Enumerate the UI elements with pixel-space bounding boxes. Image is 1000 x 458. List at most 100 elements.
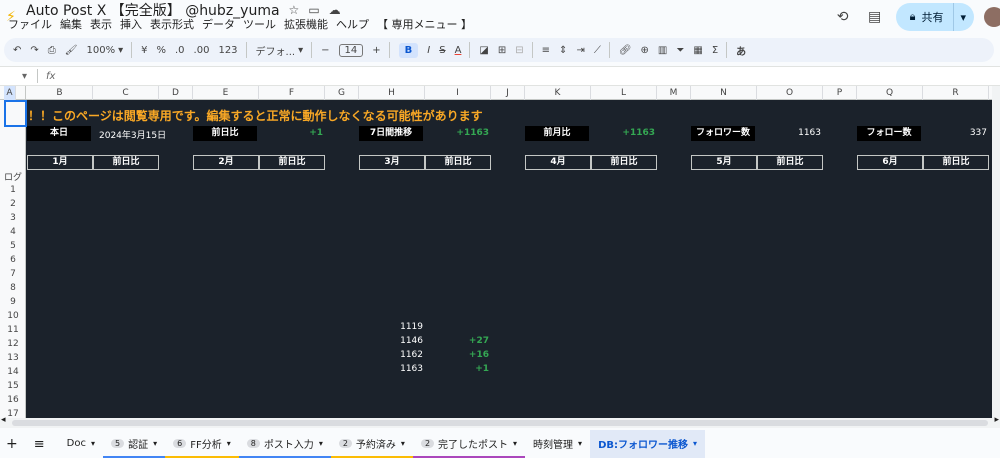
row-header-cell[interactable]: 11 [0, 325, 26, 335]
column-header-cell[interactable]: D [159, 86, 193, 100]
strikethrough-button[interactable]: S [439, 45, 445, 56]
chevron-down-icon[interactable]: ▾ [693, 439, 697, 448]
chevron-down-icon[interactable]: ▾ [118, 45, 123, 56]
undo-icon[interactable]: ↶ [13, 45, 21, 56]
row-header-cell[interactable]: 16 [0, 395, 26, 405]
column-header-cell[interactable]: K [525, 86, 591, 100]
column-header-cell[interactable]: Q [857, 86, 923, 100]
redo-icon[interactable]: ↷ [30, 45, 38, 56]
column-header-cell[interactable]: I [425, 86, 491, 100]
menu-item[interactable]: 編集 [60, 16, 82, 32]
comment-icon[interactable]: ▤ [864, 6, 886, 28]
sheet-tab[interactable]: 2 完了したポスト ▾ [412, 430, 526, 458]
all-sheets-icon[interactable]: ≡ [34, 437, 45, 452]
chevron-down-icon[interactable]: ▾ [22, 71, 27, 82]
font-size-decrease-icon[interactable]: − [321, 45, 329, 56]
chevron-down-icon[interactable]: ▾ [91, 439, 95, 448]
history-icon[interactable]: ⟲ [832, 6, 854, 28]
row-header-cell[interactable]: 5 [0, 241, 26, 251]
menu-item[interactable]: 拡張機能 [284, 16, 328, 32]
comment-add-icon[interactable]: ⊕ [641, 45, 649, 56]
menu-item[interactable]: ヘルプ [336, 16, 369, 32]
paint-format-icon[interactable]: 🖌︎ [65, 45, 78, 56]
sheet-tab[interactable]: 2 予約済み ▾ [330, 430, 413, 458]
scroll-right-icon[interactable]: ▸ [994, 415, 999, 425]
percent-button[interactable]: % [156, 45, 166, 56]
column-header-cell[interactable]: L [591, 86, 657, 100]
menu-item[interactable]: 挿入 [120, 16, 142, 32]
avatar[interactable] [984, 7, 1000, 27]
vertical-scrollbar[interactable] [992, 86, 1000, 418]
column-header-cell[interactable]: B [27, 86, 93, 100]
folder-icon[interactable]: ▭ [308, 3, 319, 17]
more-formats-button[interactable]: 123 [218, 45, 237, 56]
chart-icon[interactable]: ▥ [658, 45, 667, 56]
menu-item[interactable]: データ [202, 16, 235, 32]
sheet-tab[interactable]: 時刻管理 ▾ [525, 430, 590, 458]
currency-button[interactable]: ¥ [141, 45, 147, 56]
chevron-down-icon[interactable]: ▾ [960, 11, 966, 24]
sheet-tab[interactable]: DB:フォロワー推移 ▾ [590, 430, 705, 458]
chevron-down-icon[interactable]: ▾ [298, 45, 303, 56]
font-select[interactable]: デフォ... [256, 43, 296, 58]
text-color-button[interactable]: A [455, 45, 462, 56]
star-icon[interactable]: ☆ [289, 3, 300, 17]
decrease-decimal-button[interactable]: .0 [175, 45, 185, 56]
sheet-tab[interactable]: Doc ▾ [59, 430, 103, 458]
column-header-cell[interactable]: O [757, 86, 823, 100]
chevron-down-icon[interactable]: ▾ [153, 439, 157, 448]
filter-icon[interactable]: ⏷ [676, 45, 684, 56]
chevron-down-icon[interactable]: ▾ [513, 439, 517, 448]
row-header-cell[interactable]: 10 [0, 311, 26, 321]
row-header-cell[interactable]: 15 [0, 381, 26, 391]
italic-button[interactable]: I [427, 45, 430, 56]
row-header-cell[interactable]: 8 [0, 283, 26, 293]
column-header-cell[interactable]: H [359, 86, 425, 100]
borders-icon[interactable]: ⊞ [498, 45, 506, 56]
increase-decimal-button[interactable]: .00 [194, 45, 210, 56]
input-tools-button[interactable]: あ [736, 43, 746, 58]
column-header-cell[interactable]: E [193, 86, 259, 100]
row-header-cell[interactable]: 13 [0, 353, 26, 363]
column-header-cell[interactable]: F [259, 86, 325, 100]
bold-button[interactable]: B [398, 42, 419, 58]
chevron-down-icon[interactable]: ▾ [319, 439, 323, 448]
merge-cells-icon[interactable]: ⊟ [515, 45, 523, 56]
row-header-cell[interactable]: 2 [0, 199, 26, 209]
column-header-cell[interactable]: J [491, 86, 525, 100]
column-header-cell[interactable]: A [4, 86, 16, 100]
sheet-tab[interactable]: 6 FF分析 ▾ [165, 430, 239, 458]
font-size-input[interactable]: 14 [338, 43, 364, 57]
menu-item[interactable]: 表示 [90, 16, 112, 32]
row-header-cell[interactable]: 6 [0, 255, 26, 265]
align-vertical-icon[interactable]: ⇕ [559, 45, 567, 56]
fill-color-icon[interactable]: ◪ [479, 45, 488, 56]
menu-item[interactable]: ファイル [8, 16, 52, 32]
column-header-cell[interactable]: C [93, 86, 159, 100]
sheet-tab[interactable]: 5 認証 ▾ [102, 430, 166, 458]
row-header-cell[interactable]: 9 [0, 297, 26, 307]
row-header-cell[interactable]: 4 [0, 227, 26, 237]
scroll-left-icon[interactable]: ◂ [1, 415, 6, 425]
text-rotate-icon[interactable]: ⟋ [594, 45, 601, 56]
filter-views-icon[interactable]: ▦ [693, 45, 702, 56]
row-header-cell[interactable]: 12 [0, 339, 26, 349]
text-wrap-icon[interactable]: ⇥ [576, 45, 584, 56]
print-icon[interactable]: ⎙ [48, 45, 56, 56]
menu-item[interactable]: ツール [243, 16, 276, 32]
sheet-grid[interactable]: ABCDEFGHIJKLMNOPQR ログ 1 2 3 4 5 6 7 8 9 10 11 12 13 14… [0, 86, 992, 418]
align-horizontal-icon[interactable]: ≡ [542, 45, 550, 56]
row-header-cell[interactable]: 3 [0, 213, 26, 223]
column-header-cell[interactable]: N [691, 86, 757, 100]
font-size-increase-icon[interactable]: + [372, 45, 380, 56]
sheet-tab[interactable]: 8 ポスト入力 ▾ [238, 430, 331, 458]
column-header-cell[interactable]: M [657, 86, 691, 100]
chevron-down-icon[interactable]: ▾ [227, 439, 231, 448]
menu-item[interactable]: 表示形式 [150, 16, 194, 32]
functions-button[interactable]: Σ [712, 45, 718, 56]
row-header-cell[interactable]: 1 [0, 185, 26, 195]
row-header-cell[interactable]: 14 [0, 367, 26, 377]
row-header-cell[interactable]: ログ [0, 170, 26, 183]
row-header-cell[interactable]: 7 [0, 269, 26, 279]
link-icon[interactable]: 🔗︎ [619, 45, 632, 56]
